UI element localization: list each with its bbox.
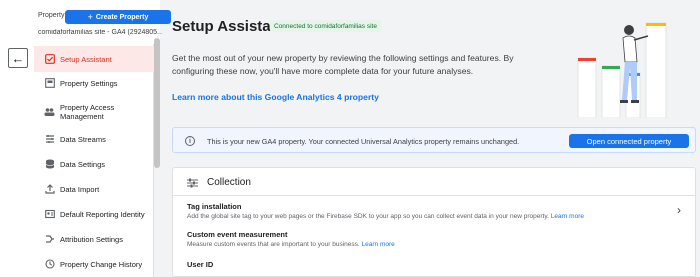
- plus-icon: +: [87, 11, 93, 22]
- collection-card: Collection Tag installation Add the glob…: [172, 167, 696, 277]
- checkbox-icon: [44, 54, 55, 65]
- people-icon: [44, 107, 55, 118]
- chevron-right-icon[interactable]: ›: [677, 203, 681, 217]
- left-rail: ←: [0, 0, 34, 277]
- sidebar-item-property-change-history[interactable]: Property Change History: [34, 253, 154, 275]
- learn-more-link[interactable]: Learn more: [362, 241, 395, 248]
- row-title: User ID: [187, 260, 214, 269]
- banner-message: This is your new GA4 property. Your conn…: [207, 137, 520, 146]
- sidebar-item-data-settings[interactable]: Data Settings: [34, 153, 154, 175]
- sidebar-item-data-import[interactable]: Data Import: [34, 178, 154, 200]
- sidebar-item-label: Attribution Settings: [60, 234, 123, 244]
- sidebar-item-property-access[interactable]: Property Access Management: [34, 98, 154, 126]
- sidebar-item-label: Data Import: [60, 184, 100, 194]
- sidebar-item-label: Default Reporting Identity: [60, 209, 145, 219]
- row-title: Tag installation: [187, 202, 242, 211]
- create-property-button[interactable]: + Create Property: [65, 10, 171, 24]
- identity-icon: [44, 209, 55, 220]
- database-icon: [44, 159, 55, 170]
- tune-icon: [187, 178, 198, 191]
- sidebar-item-property-settings[interactable]: Property Settings: [34, 72, 154, 94]
- sidebar-item-label: Setup Assistant: [60, 54, 112, 64]
- collection-header: Collection: [173, 168, 695, 196]
- sidebar-item-label: Property Change History: [60, 259, 143, 269]
- sidebar-item-label: Data Streams: [60, 134, 106, 144]
- property-selector[interactable]: comidaforfamilias site - GA4 (2924805...: [38, 29, 162, 36]
- sidebar-item-label: Property Settings: [60, 78, 118, 88]
- settings-card-icon: [44, 78, 55, 89]
- collection-title: Collection: [207, 177, 251, 188]
- sidebar-item-default-reporting-identity[interactable]: Default Reporting Identity: [34, 203, 154, 225]
- open-connected-property-button[interactable]: Open connected property: [569, 134, 689, 148]
- sidebar-item-label: Property Access Management: [60, 103, 115, 121]
- connected-badge: Connected to comidaforfamilias site: [270, 20, 381, 32]
- learn-more-link[interactable]: Learn more about this Google Analytics 4…: [172, 92, 379, 102]
- learn-more-link[interactable]: Learn more: [551, 213, 584, 220]
- row-description: Add the global site tag to your web page…: [187, 213, 584, 220]
- row-title: Custom event measurement: [187, 230, 288, 239]
- custom-event-row[interactable]: Custom event measurement Measure custom …: [173, 230, 695, 254]
- create-property-label: Create Property: [95, 13, 149, 21]
- property-label: Property: [38, 12, 65, 19]
- row-description: Measure custom events that are important…: [187, 241, 395, 248]
- sidebar-item-setup-assistant[interactable]: Setup Assistant: [34, 46, 154, 72]
- back-arrow-icon[interactable]: ←: [8, 48, 28, 68]
- sidebar-item-attribution-settings[interactable]: Attribution Settings: [34, 228, 154, 250]
- upload-icon: [44, 184, 55, 195]
- analytics-illustration: [570, 18, 670, 119]
- sidebar-item-data-streams[interactable]: Data Streams: [34, 128, 154, 150]
- main-content: Setup Assistant Connected to comidaforfa…: [160, 0, 700, 277]
- user-id-row[interactable]: User ID: [173, 260, 695, 274]
- history-icon: [44, 259, 55, 270]
- sidebar: Setup Assistant Property Settings Proper…: [34, 44, 154, 277]
- info-icon: i: [185, 136, 195, 146]
- intro-text: Get the most out of your new property by…: [172, 53, 514, 76]
- tag-installation-row[interactable]: Tag installation Add the global site tag…: [173, 202, 695, 226]
- page-title: Setup Assistant: [172, 18, 285, 35]
- streams-icon: [44, 134, 55, 145]
- property-header: Property + Create Property comidaforfami…: [34, 0, 171, 44]
- info-banner: i This is your new GA4 property. Your co…: [172, 127, 696, 153]
- attribution-icon: [44, 234, 55, 245]
- sidebar-item-label: Data Settings: [60, 159, 106, 169]
